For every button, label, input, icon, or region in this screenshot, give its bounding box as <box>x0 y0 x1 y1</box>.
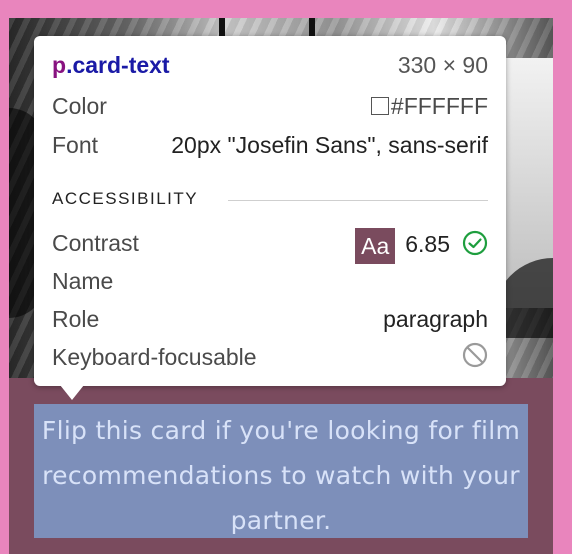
element-dimensions: 330 × 90 <box>397 52 488 78</box>
inspect-tooltip: p.card-text 330 × 90 Color #FFFFFF Font … <box>34 36 506 400</box>
focusable-status <box>450 342 488 375</box>
card-text[interactable]: Flip this card if you're looking for fil… <box>34 404 528 538</box>
font-row: Font 20px "Josefin Sans", sans-serif <box>52 130 488 160</box>
contrast-label: Contrast <box>52 230 139 256</box>
focusable-label: Keyboard-focusable <box>52 344 257 370</box>
color-label: Color <box>52 93 107 119</box>
contrast-row: Contrast Aa 6.85 <box>52 228 488 264</box>
section-divider <box>228 200 488 201</box>
name-row: Name <box>52 266 488 296</box>
tooltip-arrow <box>60 385 84 400</box>
color-row: Color #FFFFFF <box>52 91 488 121</box>
color-hex: #FFFFFF <box>390 93 488 119</box>
not-allowed-icon <box>462 342 488 375</box>
contrast-value-group: Aa 6.85 <box>355 228 488 264</box>
selector-class: .card-text <box>66 52 170 78</box>
name-label: Name <box>52 268 114 294</box>
role-row: Role paragraph <box>52 304 488 334</box>
tooltip-header: p.card-text 330 × 90 <box>52 50 488 80</box>
accessibility-heading: ACCESSIBILITY <box>52 189 199 208</box>
font-value: 20px "Josefin Sans", sans-serif <box>171 132 488 158</box>
color-value: #FFFFFF <box>370 91 488 121</box>
color-swatch <box>370 97 389 115</box>
font-label: Font <box>52 132 99 158</box>
contrast-sample-badge: Aa <box>355 228 396 264</box>
focusable-row: Keyboard-focusable <box>52 342 488 372</box>
element-selector: p.card-text <box>52 50 170 80</box>
role-value: paragraph <box>383 306 488 332</box>
selector-tag: p <box>52 52 67 78</box>
role-label: Role <box>52 306 100 332</box>
contrast-ratio: 6.85 <box>405 231 450 258</box>
check-circle-icon <box>462 230 488 263</box>
